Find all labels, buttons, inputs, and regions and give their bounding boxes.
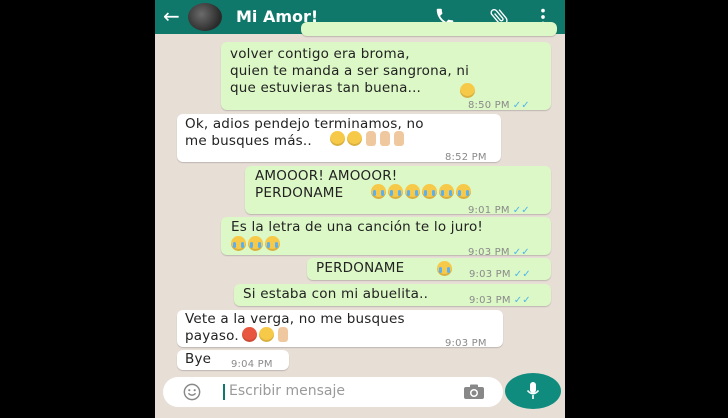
message-list[interactable]: volver contigo era broma, quien te manda… [155,22,565,374]
angry-emoji-icon [242,327,257,342]
crying-emoji-icon [248,236,263,251]
chat-screen: ← Mi Amor! volver contigo era broma, qui… [155,0,565,418]
message-bubble-outgoing[interactable]: PERDONAME 9:03 PM ✓✓ [307,258,551,280]
mic-icon [526,382,540,399]
emoji-icon[interactable] [183,383,201,401]
message-time: 9:03 PM [445,338,487,349]
message-text: PERDONAME [316,260,405,276]
message-text: Si estaba con mi abuelita.. [243,286,429,302]
message-input[interactable]: Escribir mensaje [229,383,345,399]
middle-finger-icon [394,131,404,146]
read-ticks-icon: ✓✓ [512,100,530,111]
message-bubble-incoming[interactable]: Bye 9:04 PM [177,350,289,370]
message-text: Es la letra de una canción te lo juro! [231,219,484,235]
crying-emoji-icon [439,184,454,199]
crying-emoji-icon [265,236,280,251]
camera-icon[interactable] [463,384,485,400]
read-ticks-icon: ✓✓ [513,269,531,280]
message-time: 9:03 PM [469,295,511,306]
message-bubble-incoming[interactable]: Ok, adios pendejo terminamos, no me busq… [177,114,501,163]
reaction-emoji-row [328,131,404,149]
message-bubble-outgoing[interactable]: Si estaba con mi abuelita.. 9:03 PM ✓✓ [234,284,551,306]
unamused-emoji-icon [347,131,362,146]
text-cursor [223,384,225,400]
message-bubble-incoming[interactable]: Vete a la verga, no me busques payaso. 9… [177,310,503,349]
message-bubble-outgoing[interactable]: AMOOOR! AMOOOR! PERDONAME 9:01 PM ✓✓ [245,166,551,216]
message-time: 8:50 PM [468,100,510,111]
message-bubble-partial [301,22,557,36]
reaction-emoji-row [369,184,471,202]
read-ticks-icon: ✓✓ [513,295,531,306]
crying-emoji-icon [388,184,403,199]
read-ticks-icon: ✓✓ [512,247,530,258]
avatar[interactable] [188,3,222,31]
middle-finger-icon [380,131,390,146]
message-text: volver contigo era broma, quien te manda… [230,46,470,96]
message-time: 8:52 PM [445,152,487,163]
middle-finger-icon [366,131,376,146]
message-time: 9:04 PM [231,359,273,370]
crying-emoji-icon [231,236,246,251]
middle-finger-icon [278,327,288,342]
message-text: Vete a la verga, no me busques payaso. [185,311,405,344]
crying-emoji-icon [371,184,386,199]
message-time: 9:01 PM [468,205,510,216]
crying-emoji-icon [437,261,452,276]
message-time: 9:03 PM [469,269,511,280]
crying-emoji-icon [456,184,471,199]
message-input-bar[interactable]: Escribir mensaje [163,377,503,407]
mic-button[interactable] [505,373,561,409]
message-text: Bye [185,351,212,367]
message-time: 9:03 PM [468,247,510,258]
unamused-emoji-icon [330,131,345,146]
read-ticks-icon: ✓✓ [512,205,530,216]
crying-emoji-icon [422,184,437,199]
unamused-emoji-icon [259,327,274,342]
crying-emoji-icon [405,184,420,199]
unamused-emoji-icon [460,83,475,98]
reaction-emoji-row [229,236,280,254]
back-arrow-icon[interactable]: ← [163,6,180,26]
message-bubble-outgoing[interactable]: Es la letra de una canción te lo juro! 9… [221,217,551,258]
message-bubble-outgoing[interactable]: volver contigo era broma, quien te manda… [221,42,551,111]
reaction-emoji-row [240,327,288,345]
